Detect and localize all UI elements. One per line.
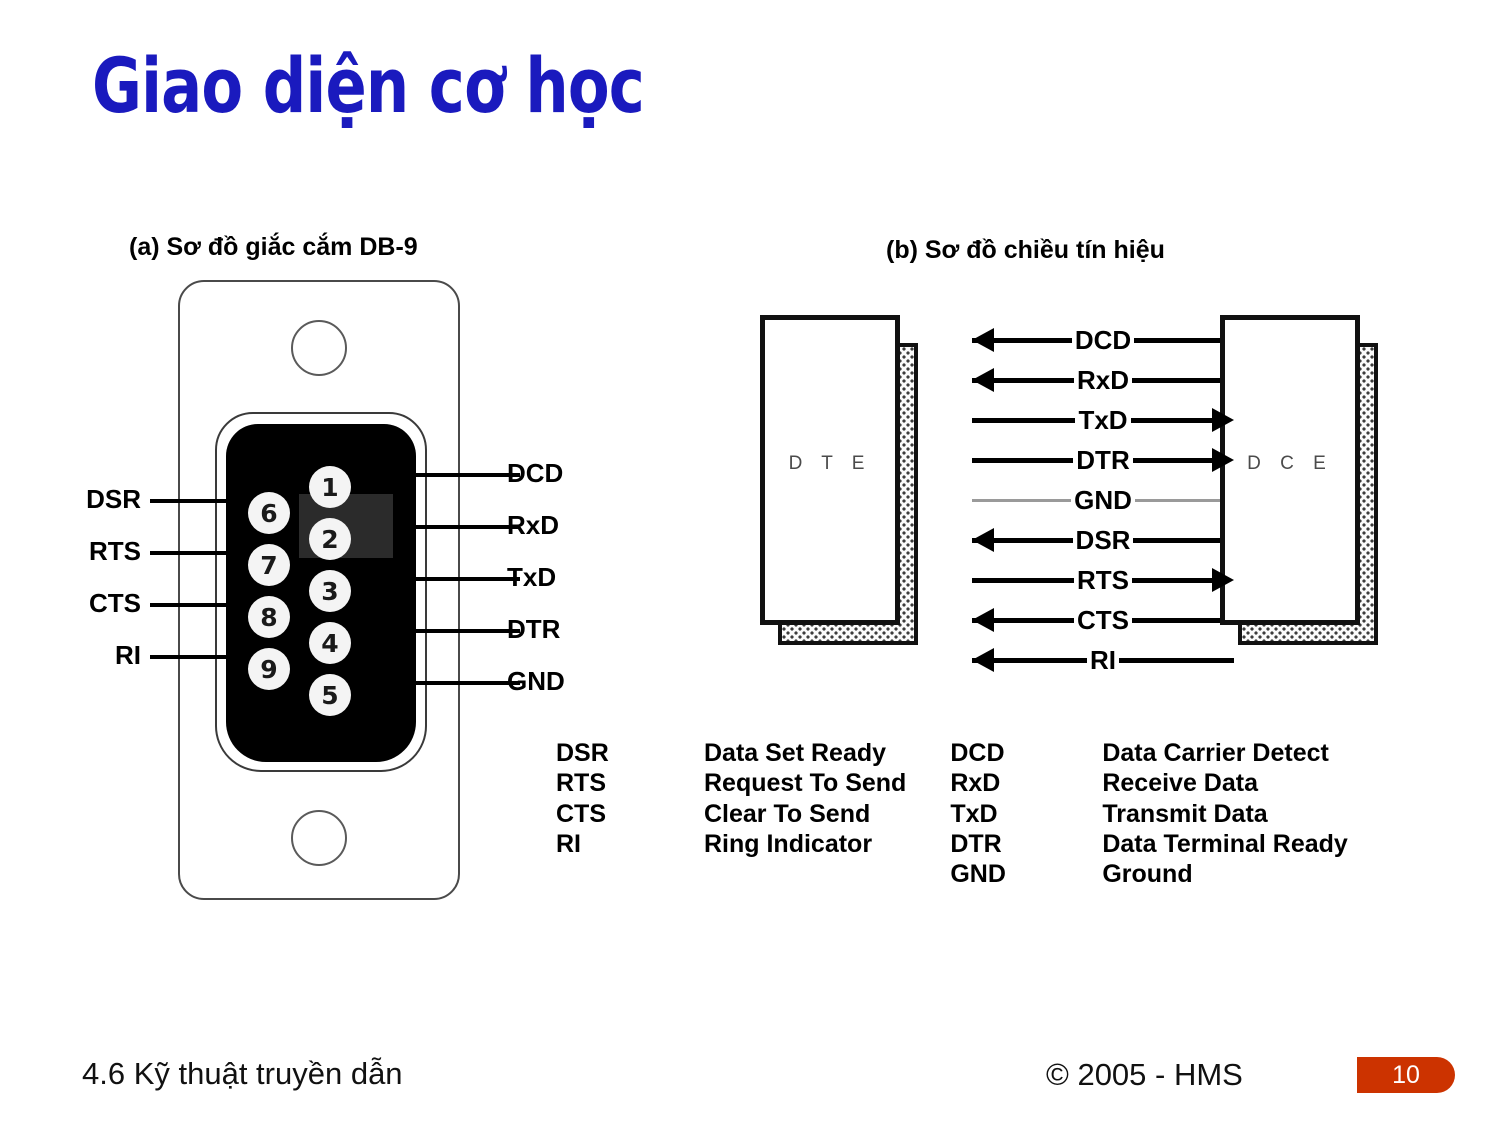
legend-desc: Receive Data [1102, 769, 1258, 798]
leader-line-dsr [150, 499, 250, 503]
legend-item: DTR Data Terminal Ready [950, 829, 1347, 859]
db9-pin-5: 5 [309, 674, 351, 716]
signal-label-dtr: DTR [1073, 444, 1133, 476]
legend-desc: Transmit Data [1102, 799, 1268, 828]
signal-label-gnd: GND [1071, 484, 1135, 516]
arrow-left-icon [972, 328, 994, 352]
db9-pin-4: 4 [309, 622, 351, 664]
pin-label-rts: RTS [89, 536, 141, 566]
arrow-left-icon [972, 608, 994, 632]
legend-desc: Data Carrier Detect [1102, 739, 1329, 767]
legend-abbr: DTR [950, 829, 1002, 858]
legend-desc: Data Set Ready [704, 739, 887, 767]
leader-line-txd [415, 577, 520, 581]
signal-direction-diagram: D T E D C E DCD RxD TxD DTR GND DSR RTS … [760, 305, 1460, 676]
pin-label-rxd: RxD [507, 510, 560, 540]
pin-label-cts: CTS [89, 588, 141, 618]
arrow-left-icon [972, 648, 994, 672]
db9-outer-shell: 1 2 3 4 5 6 7 8 9 [178, 280, 460, 900]
footer-section-label: 4.6 Kỹ thuật truyền dẫn [82, 1056, 403, 1091]
signal-row-dcd: DCD [972, 324, 1234, 356]
panel-b-heading: (b) Sơ đồ chiều tín hiệu [886, 236, 1165, 264]
legend-item: DCD Data Carrier Detect [950, 738, 1347, 768]
leader-line-gnd [415, 681, 520, 685]
signal-label-dsr: DSR [1072, 524, 1134, 556]
legend-desc: Ring Indicator [704, 829, 873, 858]
legend-abbr: CTS [556, 799, 606, 828]
leader-line-ri [150, 655, 250, 659]
pin-label-gnd: GND [507, 666, 565, 696]
legend-column-left: DSR Data Set Ready RTS Request To Send C… [556, 738, 906, 889]
db9-pin-7: 7 [248, 544, 290, 586]
page-title: Giao diện cơ học [92, 41, 645, 130]
signal-label-txd: TxD [1075, 404, 1131, 436]
leader-line-cts [150, 603, 250, 607]
signal-label-cts: CTS [1074, 604, 1132, 636]
arrow-right-icon [1212, 448, 1234, 472]
db9-pin-2: 2 [309, 518, 351, 560]
legend-item: CTS Clear To Send [556, 799, 906, 829]
signal-row-cts: CTS [972, 604, 1234, 636]
screw-hole-top-icon [291, 320, 347, 376]
signal-row-gnd: GND [972, 484, 1234, 516]
db9-pin-1: 1 [309, 466, 351, 508]
legend-abbr: RTS [556, 769, 606, 798]
legend-desc: Data Terminal Ready [1102, 829, 1348, 858]
legend-abbr: TxD [950, 799, 998, 828]
dce-device-box: D C E [1220, 315, 1378, 645]
pin-label-dcd: DCD [507, 458, 564, 488]
leader-line-dtr [415, 629, 520, 633]
dce-box-label: D C E [1247, 453, 1333, 474]
pin-label-dtr: DTR [507, 614, 561, 644]
legend-abbr: DSR [556, 739, 609, 767]
legend-desc: Clear To Send [704, 799, 871, 828]
legend-item: TxD Transmit Data [950, 799, 1347, 829]
arrow-right-icon [1212, 568, 1234, 592]
signal-row-rts: RTS [972, 564, 1234, 596]
page-number-badge: 10 [1357, 1057, 1455, 1093]
pin-label-txd: TxD [507, 562, 557, 592]
legend-column-right: DCD Data Carrier Detect RxD Receive Data… [950, 738, 1347, 889]
db9-pin-8: 8 [248, 596, 290, 638]
arrow-right-icon [1212, 408, 1234, 432]
db9-connector-diagram: 1 2 3 4 5 6 7 8 9 DSR RTS CTS RI DCD RxD… [70, 270, 630, 910]
leader-line-rxd [415, 525, 520, 529]
signal-label-rts: RTS [1074, 564, 1132, 596]
legend-item: RxD Receive Data [950, 768, 1347, 798]
screw-hole-bottom-icon [291, 810, 347, 866]
signal-label-dcd: DCD [1071, 324, 1135, 356]
dte-box-label: D T E [788, 453, 872, 474]
db9-pin-3: 3 [309, 570, 351, 612]
arrow-left-icon [972, 368, 994, 392]
pin-label-dsr: DSR [86, 484, 141, 514]
footer-copyright: © 2005 - HMS [1046, 1057, 1243, 1092]
signal-label-ri: RI [1087, 644, 1119, 676]
signal-row-ri: RI [972, 644, 1234, 676]
db9-pin-6: 6 [248, 492, 290, 534]
leader-line-dcd [415, 473, 520, 477]
arrow-left-icon [972, 528, 994, 552]
signal-label-rxd: RxD [1074, 364, 1133, 396]
leader-line-rts [150, 551, 250, 555]
legend-abbr: DCD [950, 739, 1005, 767]
abbreviation-legend: DSR Data Set Ready RTS Request To Send C… [556, 738, 1348, 889]
legend-abbr: RxD [950, 769, 1001, 798]
signal-row-txd: TxD [972, 404, 1234, 436]
signal-row-rxd: RxD [972, 364, 1235, 396]
legend-item: RTS Request To Send [556, 768, 906, 798]
legend-item: DSR Data Set Ready [556, 738, 906, 768]
legend-item: RI Ring Indicator [556, 829, 906, 859]
legend-desc: Request To Send [704, 769, 907, 798]
signal-row-dtr: DTR [972, 444, 1234, 476]
legend-desc: Ground [1102, 860, 1193, 888]
dte-device-box: D T E [760, 315, 918, 645]
legend-item: GND Ground [950, 859, 1347, 889]
panel-a-heading: (a) Sơ đồ giắc cắm DB-9 [129, 233, 418, 261]
pin-label-ri: RI [115, 640, 141, 670]
legend-abbr: GND [950, 860, 1006, 888]
signal-row-dsr: DSR [972, 524, 1234, 556]
legend-abbr: RI [556, 829, 581, 858]
db9-pin-9: 9 [248, 648, 290, 690]
